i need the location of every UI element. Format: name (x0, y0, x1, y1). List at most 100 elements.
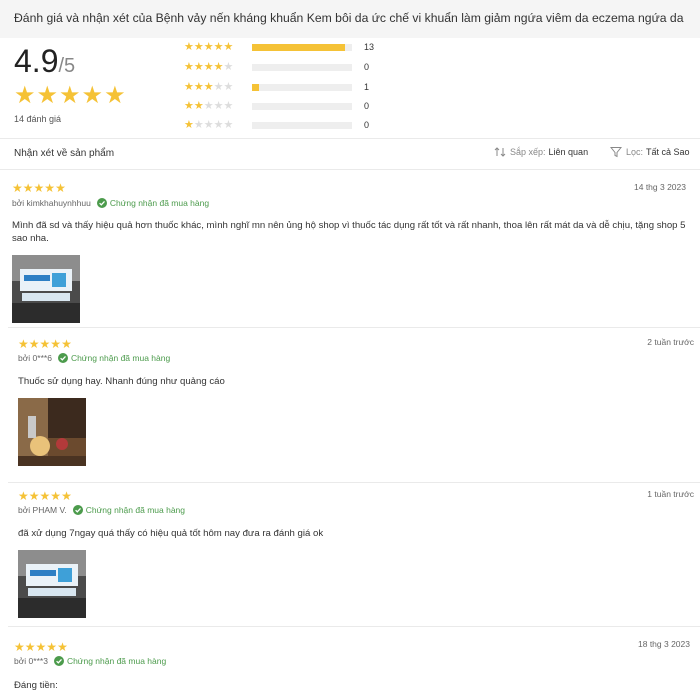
star-icon: ★ (223, 118, 234, 131)
review-header: Đánh giá và nhận xét của Bệnh vảy nến kh… (0, 0, 700, 38)
star-icon: ★ (203, 60, 214, 73)
star-icon: ★ (35, 640, 47, 654)
review-photo-thumbnail[interactable] (18, 398, 86, 466)
rating-bar-fill (252, 83, 259, 91)
star-icon: ★ (18, 489, 29, 503)
review-photo-thumbnail[interactable] (12, 255, 80, 323)
review-text: Đáng tiền: (14, 680, 58, 691)
star-icon: ★ (193, 99, 204, 112)
rating-count: 14 đánh giá (14, 114, 62, 124)
rating-row-1[interactable]: ★ ★ ★ ★ ★ 0 (184, 118, 369, 132)
rating-row-stars: ★ ★ ★ ★ ★ (184, 99, 246, 112)
verified-purchase-label: Chứng nhận đã mua hàng (70, 353, 171, 363)
review-author: bởi 0***6 (18, 353, 52, 363)
star-icon: ★ (213, 118, 224, 131)
rating-count-value: 0 (364, 101, 370, 111)
star-icon: ★ (104, 82, 126, 109)
star-icon: ★ (81, 82, 104, 109)
star-icon: ★ (223, 40, 234, 53)
sort-control[interactable]: Sắp xếp: Liên quan (494, 146, 588, 158)
divider (8, 626, 700, 627)
review-text: Thuốc sử dụng hay. Nhanh đúng như quảng … (18, 376, 225, 387)
star-icon: ★ (213, 99, 224, 112)
rating-bar (252, 121, 352, 129)
star-icon: ★ (203, 40, 214, 53)
rating-count-value: 13 (364, 42, 375, 52)
rating-bar (252, 63, 352, 71)
rating-bar (252, 43, 352, 51)
review-photo-thumbnail[interactable] (18, 550, 86, 618)
star-icon: ★ (28, 489, 40, 503)
star-icon: ★ (223, 60, 234, 73)
star-icon: ★ (14, 640, 25, 654)
star-icon: ★ (18, 337, 29, 351)
review-date: 2 tuần trước (647, 337, 694, 347)
star-icon: ★ (12, 181, 23, 195)
verified-check-icon (53, 656, 64, 666)
rating-row-stars: ★ ★ ★ ★ ★ (184, 118, 246, 131)
star-icon: ★ (39, 489, 51, 503)
star-icon: ★ (184, 118, 194, 131)
star-icon: ★ (184, 99, 194, 112)
review-toolbar: Nhận xét về sản phẩm Sắp xếp: Liên quan … (0, 139, 700, 169)
rating-row-stars: ★ ★ ★ ★ ★ (184, 60, 246, 73)
star-icon: ★ (59, 82, 81, 109)
star-icon: ★ (44, 181, 56, 195)
verified-check-icon (72, 505, 83, 515)
rating-row-5[interactable]: ★ ★ ★ ★ ★ 13 (184, 40, 374, 54)
rating-row-stars: ★ ★ ★ ★ ★ (184, 80, 246, 93)
verified-purchase-label: Chứng nhận đã mua hàng (109, 198, 210, 208)
review-date: 18 thg 3 2023 (638, 639, 690, 649)
rating-count-value: 0 (364, 120, 370, 130)
star-icon: ★ (24, 640, 36, 654)
star-icon: ★ (203, 99, 214, 112)
review-rating-stars: ★ ★ ★ ★ ★ (14, 641, 68, 653)
review-author: bởi 0***3 (14, 656, 48, 666)
star-icon: ★ (55, 181, 66, 195)
review-rating-stars: ★ ★ ★ ★ ★ (18, 338, 72, 350)
filter-control[interactable]: Lọc: Tất cả Sao (610, 146, 690, 158)
review-text: Mình đã sd và thấy hiệu quả hơn thuốc kh… (12, 220, 686, 244)
star-icon: ★ (213, 60, 224, 73)
sort-label: Sắp xếp: (510, 147, 546, 157)
star-icon: ★ (50, 489, 62, 503)
rating-count-value: 0 (364, 62, 370, 72)
review-rating-stars: ★ ★ ★ ★ ★ (18, 490, 72, 502)
star-icon: ★ (61, 489, 72, 503)
star-icon: ★ (22, 181, 34, 195)
review-text: đã xử dụng 7ngay quá thấy có hiệu quả tố… (18, 528, 324, 539)
star-icon: ★ (193, 118, 204, 131)
star-icon: ★ (184, 60, 194, 73)
divider (8, 482, 700, 483)
verified-check-icon (57, 353, 68, 363)
average-rating-stars: ★ ★ ★ ★ ★ (14, 84, 126, 108)
filter-value[interactable]: Tất cả Sao (646, 147, 690, 157)
star-icon: ★ (223, 80, 234, 93)
verified-purchase-label: Chứng nhận đã mua hàng (66, 656, 167, 666)
star-icon: ★ (213, 40, 224, 53)
star-icon: ★ (33, 181, 45, 195)
review-rating-stars: ★ ★ ★ ★ ★ (12, 182, 66, 194)
rating-row-3[interactable]: ★ ★ ★ ★ ★ 1 (184, 80, 369, 94)
star-icon: ★ (28, 337, 40, 351)
divider (8, 327, 700, 328)
review-item: ★ ★ ★ ★ ★ bởi kimkhahuynhhuu Chứng nhận đã mua… (0, 170, 700, 328)
rating-row-2[interactable]: ★ ★ ★ ★ ★ 0 (184, 99, 369, 113)
star-icon: ★ (203, 118, 214, 131)
rating-row-4[interactable]: ★ ★ ★ ★ ★ 0 (184, 60, 369, 74)
review-meta: bởi kimkhahuynhhuu Chứng nhận đã mua hàng (12, 198, 209, 208)
star-icon: ★ (193, 60, 204, 73)
star-icon: ★ (36, 82, 59, 109)
rating-bar-fill (252, 43, 345, 51)
star-icon: ★ (14, 82, 36, 109)
rating-count-value: 1 (364, 82, 370, 92)
star-icon: ★ (223, 99, 234, 112)
filter-icon (610, 147, 622, 158)
review-item: ★ ★ ★ ★ ★ bởi 0***3 Chứng nhận đã mua hàng 18 t… (0, 629, 700, 700)
review-author: bởi kimkhahuynhhuu (12, 198, 91, 208)
score-value: 4.9 (14, 43, 59, 79)
review-date: 1 tuần trước (647, 489, 694, 499)
rating-bar (252, 83, 352, 91)
review-meta: bởi PHAM V. Chứng nhận đã mua hàng (18, 505, 185, 515)
sort-value[interactable]: Liên quan (549, 147, 589, 157)
